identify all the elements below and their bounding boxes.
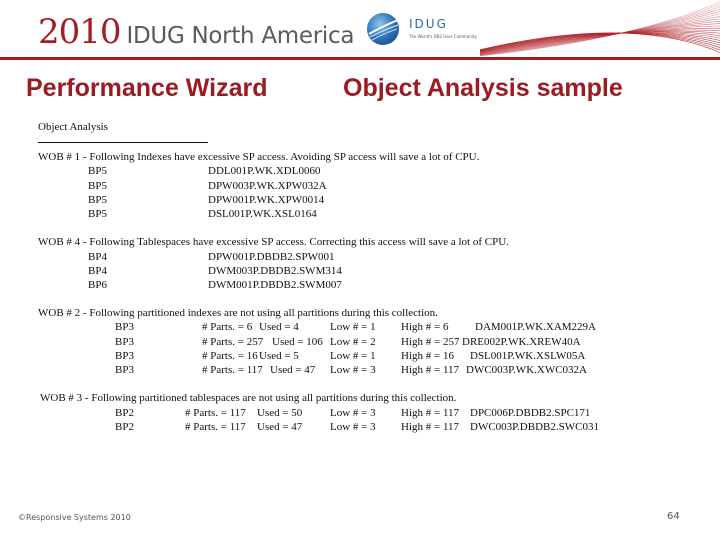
wob3-list: BP2 # Parts. = 117 Used = 50 Low # = 3 High … [38, 406, 718, 434]
high-partition: High # = 16 [401, 349, 454, 362]
parts-count: # Parts. = 117 [185, 420, 246, 433]
low-partition: Low # = 3 [330, 364, 376, 377]
conference-year: 2010 [38, 12, 122, 52]
list-item: BP2 # Parts. = 117 Used = 47 Low # = 3 High … [38, 420, 718, 434]
list-item: BP5 DSL001P.WK.XSL0164 [38, 207, 718, 221]
list-item: BP4 DWM003P.DBDB2.SWM314 [38, 264, 718, 278]
object-name: DWC003P.DBDB2.SWC031 [470, 420, 599, 433]
used-count: Used = 47 [257, 420, 303, 433]
bufferpool: BP2 [115, 406, 134, 419]
conference-name: IDUG North America [126, 23, 355, 49]
slide-header: 2010 IDUG North America IDUG The World's … [0, 0, 720, 62]
parts-count: # Parts. = 6 [202, 321, 253, 334]
logo-tagline: The World's DB2 User Community [409, 34, 477, 39]
list-item: BP3 # Parts. = 6 Used = 4 Low # = 1 High # =… [38, 320, 718, 334]
object-name: DSL001P.WK.XSL0164 [208, 207, 317, 220]
heading-underline [38, 142, 208, 144]
conference-title: 2010 IDUG North America [38, 12, 354, 52]
bufferpool: BP4 [88, 250, 107, 263]
parts-count: # Parts. = 16 [202, 349, 258, 362]
wob3-description: WOB # 3 - Following partitioned tablespa… [40, 392, 457, 405]
idug-logo: IDUG The World's DB2 User Community [366, 12, 477, 48]
list-item: BP5 DPW003P.WK.XPW032A [38, 179, 718, 193]
wob1-description: WOB # 1 - Following Indexes have excessi… [38, 151, 480, 164]
wob2-list: BP3 # Parts. = 6 Used = 4 Low # = 1 High # =… [38, 320, 718, 377]
page-number: 64 [667, 511, 680, 522]
bufferpool: BP4 [88, 264, 107, 277]
bufferpool: BP3 [115, 335, 134, 348]
bufferpool: BP3 [115, 349, 134, 362]
low-partition: Low # = 1 [330, 321, 376, 334]
report-content: Object Analysis WOB # 1 - Following Inde… [38, 120, 718, 434]
low-partition: Low # = 1 [330, 349, 376, 362]
bufferpool: BP6 [88, 278, 107, 291]
slide-title: Performance Wizard [26, 74, 268, 102]
wob4-description: WOB # 4 - Following Tablespaces have exc… [38, 236, 509, 249]
list-item: BP4 DPW001P.DBDB2.SPW001 [38, 250, 718, 264]
globe-icon [367, 13, 399, 45]
parts-count: # Parts. = 117 [185, 406, 246, 419]
used-count: Used = 4 [259, 321, 299, 334]
slide-subtitle: Object Analysis sample [343, 74, 623, 102]
swoosh-line [480, 18, 720, 55]
object-name: DWM003P.DBDB2.SWM314 [208, 264, 342, 277]
list-item: BP5 DPW001P.WK.XPW0014 [38, 193, 718, 207]
list-item: BP6 DWM001P.DBDB2.SWM007 [38, 278, 718, 292]
list-item: BP2 # Parts. = 117 Used = 50 Low # = 3 High … [38, 406, 718, 420]
object-name: DPW001P.DBDB2.SPW001 [208, 250, 335, 263]
bufferpool: BP5 [88, 193, 107, 206]
high-partition: High # = 6 [401, 321, 449, 334]
bufferpool: BP5 [88, 165, 107, 178]
section-heading: Object Analysis [38, 121, 108, 133]
bufferpool: BP3 [115, 364, 134, 377]
high-partition: High # = 117 [401, 406, 460, 419]
decorative-swoosh [480, 1, 720, 57]
list-item: BP3 # Parts. = 117 Used = 47 Low # = 3 High … [38, 363, 718, 377]
object-name: DPC006P.DBDB2.SPC171 [470, 406, 591, 419]
used-count: Used = 5 [259, 349, 299, 362]
bufferpool: BP3 [115, 321, 134, 334]
object-name: DWM001P.DBDB2.SWM007 [208, 278, 342, 291]
object-name: DPW001P.WK.XPW0014 [208, 193, 325, 206]
low-partition: Low # = 3 [330, 420, 376, 433]
header-divider [0, 57, 720, 60]
object-name: DPW003P.WK.XPW032A [208, 179, 327, 192]
footer-copyright: ©Responsive Systems 2010 [18, 513, 131, 522]
parts-count: # Parts. = 257 [202, 335, 264, 348]
list-item: BP3 # Parts. = 16 Used = 5 Low # = 1 High # … [38, 349, 718, 363]
object-name: DAM001P.WK.XAM229A [475, 321, 597, 334]
object-name: DSL001P.WK.XSLW05A [470, 349, 586, 362]
list-item: BP3 # Parts. = 257 Used = 106 Low # = 2 High… [38, 335, 718, 349]
used-count: Used = 47 [270, 364, 316, 377]
list-item: BP5 DDL001P.WK.XDL0060 [38, 164, 718, 178]
high-partition: High # = 117 [401, 364, 460, 377]
bufferpool: BP5 [88, 207, 107, 220]
low-partition: Low # = 2 [330, 335, 376, 348]
used-count: Used = 50 [257, 406, 303, 419]
high-partition: High # = 257 [401, 335, 460, 348]
used-count: Used = 106 [272, 335, 323, 348]
wob2-description: WOB # 2 - Following partitioned indexes … [38, 307, 438, 320]
bufferpool: BP2 [115, 420, 134, 433]
object-name: DDL001P.WK.XDL0060 [208, 165, 321, 178]
wob1-list: BP5 DDL001P.WK.XDL0060 BP5 DPW003P.WK.XPW0… [38, 164, 718, 221]
low-partition: Low # = 3 [330, 406, 376, 419]
bufferpool: BP5 [88, 179, 107, 192]
high-partition: High # = 117 [401, 420, 460, 433]
parts-count: # Parts. = 117 [202, 364, 263, 377]
object-name: DRE002P.WK.XREW40A [462, 335, 581, 348]
wob4-list: BP4 DPW001P.DBDB2.SPW001 BP4 DWM003P.DBDB2… [38, 250, 718, 293]
object-name: DWC003P.WK.XWC032A [466, 364, 587, 377]
logo-text: IDUG [409, 17, 448, 31]
